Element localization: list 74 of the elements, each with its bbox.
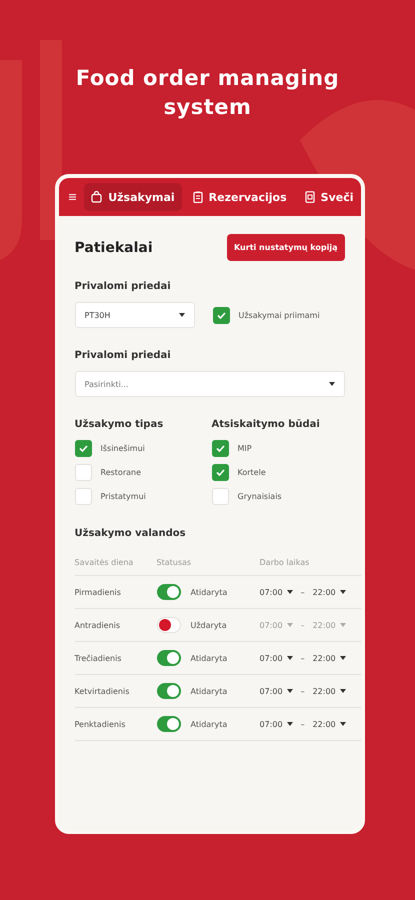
door-icon [304,191,315,203]
caret-icon [340,689,346,693]
column-header: Darbo laikas [260,558,310,566]
section-label: Privalomi priedai [74,350,172,361]
time-separator: – [300,720,305,728]
checkbox-label: Išsinešimui [100,444,145,452]
column-header: Savaitės diena [74,558,134,566]
time-select[interactable]: 22:00 [312,720,346,728]
section-label: Užsakymo valandos [74,528,187,539]
status-text: Atidaryta [190,654,228,662]
bag-icon [91,191,102,203]
caret-icon [286,623,293,627]
caret-icon [340,590,346,594]
day-name: Ketvirtadienis [74,686,130,696]
status-text: Atidaryta [190,720,228,728]
section-label: Privalomi priedai [74,281,172,292]
checkbox-label: MIP [238,444,252,452]
check-icon [216,468,224,476]
status-toggle[interactable] [156,650,180,666]
time-select[interactable]: 07:00 [260,686,293,696]
checkbox[interactable] [212,306,230,324]
select-field[interactable]: PT30H [74,302,194,328]
caret-icon [286,656,293,660]
time-select[interactable]: 22:00 [312,686,346,696]
nav-tab[interactable]: Sveči [298,183,360,211]
time-select[interactable]: 07:00 [260,720,293,728]
checkbox-label: Užsakymai priimami [238,310,320,320]
check-icon [78,444,88,452]
time-separator: – [300,620,305,630]
check-icon [216,444,224,452]
page-title: Patiekalai [74,240,153,256]
caret-icon [328,382,334,386]
time-separator: – [300,654,305,662]
caret-icon [286,590,293,594]
nav-tab[interactable]: Užsakymai [84,183,182,211]
headline: Food order managing system [74,65,340,121]
nav-tab[interactable]: Rezervacijos [186,183,294,211]
status-toggle[interactable] [156,683,180,699]
caret-icon [286,689,293,693]
status-toggle[interactable] [156,584,180,600]
time-separator: – [300,588,305,596]
section-label: Užsakymo tipas [74,419,164,430]
menu-icon[interactable] [68,192,76,202]
checkbox-label: Restorane [100,468,142,476]
checkbox[interactable] [74,440,92,456]
select-field[interactable]: Pasirinkti... [74,371,344,397]
checkbox-label: Grynaisiais [238,492,282,500]
caret-icon [286,722,293,726]
status-toggle[interactable] [156,716,180,732]
day-name: Antradienis [74,620,122,630]
caret-icon [340,722,346,726]
column-header: Statusas [156,558,192,566]
time-select[interactable]: 07:00 [260,588,293,596]
time-select[interactable]: 22:00 [312,654,346,662]
time-select[interactable]: 07:00 [260,654,293,662]
clipboard-icon [192,191,203,203]
checkbox-label: Pristatymui [100,492,146,500]
day-name: Trečiadienis [74,654,122,662]
status-text: Atidaryta [190,686,228,696]
time-select[interactable]: 22:00 [312,588,346,596]
checkbox-label: Kortele [238,468,266,476]
check-icon [216,312,226,318]
section-label: Atsiskaitymo būdai [212,419,321,430]
checkbox[interactable] [212,440,228,456]
status-text: Atidaryta [190,588,228,596]
status-text: Uždaryta [190,620,227,630]
day-name: Pirmadienis [74,588,122,596]
copy-settings-button[interactable]: Kurti nustatymų kopiją [227,234,344,261]
day-name: Penktadienis [74,720,126,728]
time-separator: – [300,686,305,696]
checkbox[interactable] [212,464,228,480]
caret-icon [340,623,346,627]
caret-icon [178,313,184,317]
caret-icon [340,656,346,660]
